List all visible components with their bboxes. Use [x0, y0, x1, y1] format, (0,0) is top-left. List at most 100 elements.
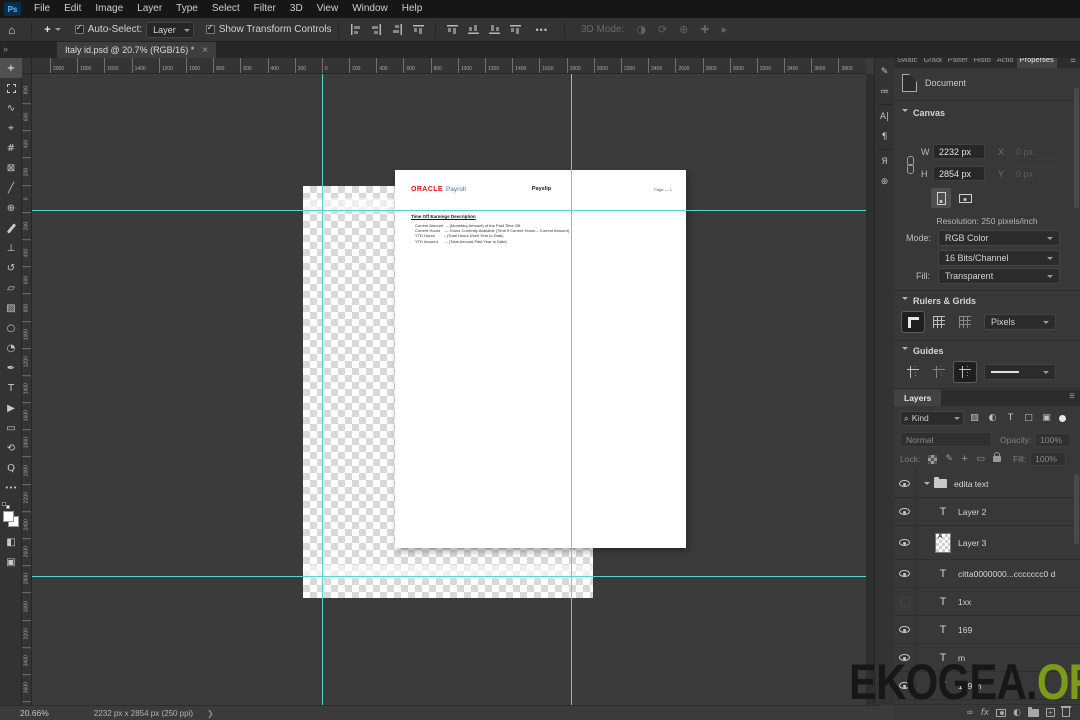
- menu-item[interactable]: Image: [88, 0, 130, 18]
- rulers-grids-section-header[interactable]: Rulers & Grids: [902, 296, 976, 306]
- auto-select-checkbox[interactable]: [74, 23, 84, 34]
- visibility-eye-icon[interactable]: [899, 508, 910, 515]
- filter-kind-dropdown[interactable]: ⌕ Kind: [900, 410, 964, 426]
- filter-smart-object-icon[interactable]: ▣: [1039, 411, 1054, 425]
- eye-cell[interactable]: [894, 616, 916, 643]
- lock-pixels-icon[interactable]: ✎: [945, 454, 953, 464]
- rotate-view-tool[interactable]: ⟲: [0, 438, 22, 458]
- history-brush-tool[interactable]: ↺: [0, 258, 22, 278]
- layer-row[interactable]: T 169: [894, 616, 1080, 644]
- align-right-icon[interactable]: [391, 24, 403, 35]
- tab-layers[interactable]: Layers: [894, 390, 942, 406]
- paragraph-panel-icon[interactable]: ¶: [875, 127, 895, 147]
- visibility-eye-icon[interactable]: [899, 480, 910, 487]
- toggle-smart-guides-button[interactable]: [928, 362, 950, 382]
- canvas-viewport[interactable]: ORACLE Payroll Payslip Page — 1 Time Off…: [32, 74, 866, 705]
- glyphs-panel-icon[interactable]: Я: [875, 152, 895, 172]
- home-icon[interactable]: ⌂: [0, 23, 25, 37]
- menu-item[interactable]: File: [27, 0, 57, 18]
- edit-toolbar-icon[interactable]: •••: [0, 478, 22, 498]
- photoshop-logo-icon[interactable]: Ps: [4, 2, 21, 16]
- brush-tool[interactable]: [0, 218, 22, 238]
- menu-item[interactable]: Select: [205, 0, 247, 18]
- menu-item[interactable]: Layer: [130, 0, 169, 18]
- visibility-hidden-icon[interactable]: [899, 596, 910, 607]
- layer-name[interactable]: edita text: [954, 479, 989, 489]
- filter-adjustment-icon[interactable]: ◐: [985, 411, 1000, 425]
- menu-item[interactable]: Help: [395, 0, 430, 18]
- mode-dropdown[interactable]: RGB Color: [938, 230, 1060, 246]
- zoom-percentage[interactable]: 20.66%: [20, 708, 49, 718]
- layers-menu-icon[interactable]: ≡: [1069, 390, 1080, 406]
- lock-transparency-icon[interactable]: [928, 454, 938, 464]
- color-swatches[interactable]: [0, 502, 22, 532]
- group-expand-icon[interactable]: [924, 481, 930, 488]
- lock-artboard-icon[interactable]: ▭: [976, 454, 985, 464]
- lock-guides-button[interactable]: [953, 361, 977, 383]
- lock-all-icon[interactable]: [992, 452, 1001, 462]
- distribute-bottom-icon[interactable]: [488, 24, 500, 35]
- eye-cell[interactable]: [894, 588, 916, 615]
- eye-cell[interactable]: [894, 560, 916, 587]
- menu-item[interactable]: Edit: [57, 0, 88, 18]
- distribute-top-icon[interactable]: [446, 24, 458, 35]
- zoom-tool[interactable]: Q: [0, 458, 22, 478]
- lock-position-icon[interactable]: +: [961, 454, 969, 464]
- visibility-eye-icon[interactable]: [899, 626, 910, 633]
- quick-selection-tool[interactable]: ⌖: [0, 118, 22, 138]
- layer-name[interactable]: 169: [958, 625, 972, 635]
- marquee-tool[interactable]: [0, 78, 22, 98]
- toggle-pixel-grid-button[interactable]: [954, 312, 976, 332]
- eraser-tool[interactable]: ▱: [0, 278, 22, 298]
- menu-item[interactable]: Type: [169, 0, 205, 18]
- layer-row[interactable]: T citta0000000...ccccccc0 d: [894, 560, 1080, 588]
- dodge-tool[interactable]: ◔: [0, 338, 22, 358]
- layer-name[interactable]: Layer 2: [958, 507, 986, 517]
- layer-row[interactable]: A Layer 3: [894, 526, 1080, 560]
- menu-item[interactable]: Window: [345, 0, 395, 18]
- character-panel-icon[interactable]: A|: [875, 107, 895, 127]
- pen-tool[interactable]: ✒: [0, 358, 22, 378]
- align-left-icon[interactable]: [349, 24, 361, 35]
- document-tab[interactable]: Italy id.psd @ 20.7% (RGB/16) * ×: [57, 42, 217, 58]
- menu-item[interactable]: View: [310, 0, 346, 18]
- blend-mode-dropdown[interactable]: Normal: [900, 432, 992, 447]
- visibility-eye-icon[interactable]: [899, 539, 910, 546]
- brush-settings-panel-icon[interactable]: ✎: [875, 62, 895, 82]
- align-more-icon[interactable]: •••: [536, 25, 548, 35]
- portrait-orientation-button[interactable]: [931, 188, 951, 208]
- eye-cell[interactable]: [894, 470, 916, 497]
- gradient-tool[interactable]: ▨: [0, 298, 22, 318]
- tab-overflow-icon[interactable]: »: [3, 44, 8, 54]
- filter-type-icon[interactable]: T: [1003, 411, 1018, 425]
- menu-item[interactable]: Filter: [247, 0, 283, 18]
- landscape-orientation-button[interactable]: [955, 188, 975, 208]
- move-tool-preset-icon[interactable]: +: [38, 24, 52, 36]
- layer-row-group[interactable]: edita text: [894, 470, 1080, 498]
- link-dimensions-icon[interactable]: [907, 156, 915, 178]
- libraries-panel-icon[interactable]: ⊛: [875, 172, 895, 192]
- lasso-tool[interactable]: ∿: [0, 98, 22, 118]
- canvas-scrollbar[interactable]: [866, 74, 892, 705]
- eye-cell[interactable]: [894, 526, 916, 559]
- toggle-rulers-button[interactable]: [901, 311, 925, 333]
- units-dropdown[interactable]: Pixels: [984, 314, 1056, 330]
- show-transform-checkbox[interactable]: [205, 23, 215, 34]
- healing-brush-tool[interactable]: ⊕: [0, 198, 22, 218]
- layer-name[interactable]: Layer 3: [958, 538, 986, 548]
- fill-dropdown[interactable]: Transparent: [938, 268, 1060, 284]
- distribute-h-icon[interactable]: [509, 24, 521, 35]
- filter-shape-icon[interactable]: □: [1021, 411, 1036, 425]
- type-tool[interactable]: T: [0, 378, 22, 398]
- layer-row[interactable]: T Layer 2: [894, 498, 1080, 526]
- guides-section-header[interactable]: Guides: [902, 346, 944, 356]
- brushes-panel-icon[interactable]: ≔: [875, 82, 895, 102]
- bit-depth-dropdown[interactable]: 16 Bits/Channel: [938, 250, 1060, 266]
- close-tab-icon[interactable]: ×: [202, 45, 208, 56]
- eye-cell[interactable]: [894, 498, 916, 525]
- layer-name[interactable]: citta0000000...ccccccc0 d: [958, 569, 1055, 579]
- move-tool[interactable]: +: [0, 58, 22, 78]
- shape-tool[interactable]: ▭: [0, 418, 22, 438]
- properties-scrollbar-thumb[interactable]: [1074, 88, 1079, 208]
- quick-mask-button[interactable]: ◧: [0, 532, 22, 552]
